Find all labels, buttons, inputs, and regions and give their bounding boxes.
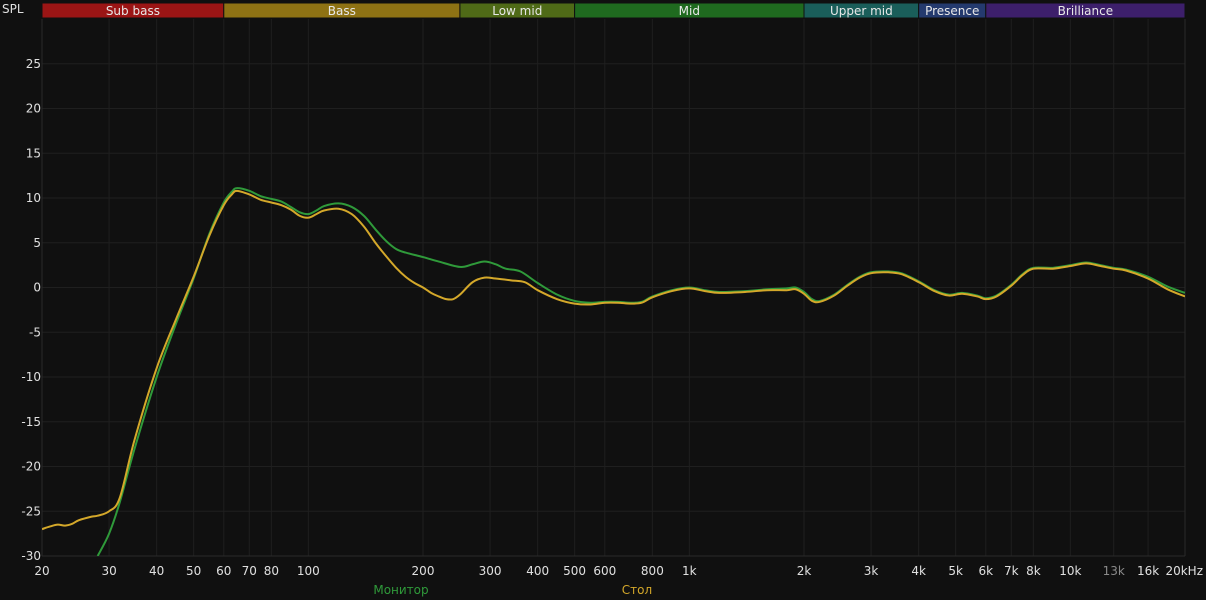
x-tick-label: 50: [186, 564, 201, 578]
y-tick-label: -20: [21, 460, 41, 474]
y-tick-label: -15: [21, 415, 41, 429]
x-tick-label: 400: [526, 564, 549, 578]
x-tick-label: 600: [593, 564, 616, 578]
y-tick-label: 20: [26, 102, 41, 116]
x-tick-label: 70: [242, 564, 257, 578]
x-tick-label: 20: [34, 564, 49, 578]
y-tick-label: -10: [21, 370, 41, 384]
y-tick-label: 15: [26, 146, 41, 160]
x-tick-label: 800: [641, 564, 664, 578]
y-tick-label: 5: [33, 236, 41, 250]
y-tick-label: -5: [29, 325, 41, 339]
band-label: Bass: [328, 4, 356, 18]
x-tick-label: 16k: [1137, 564, 1159, 578]
x-tick-label: 100: [297, 564, 320, 578]
x-tick-label: 500: [563, 564, 586, 578]
x-tick-label: 30: [101, 564, 116, 578]
x-tick-label: 7k: [1004, 564, 1019, 578]
x-tick-label: 80: [264, 564, 279, 578]
x-tick-label: 2k: [797, 564, 812, 578]
x-tick-label: 8k: [1026, 564, 1041, 578]
x-tick-label: 40: [149, 564, 164, 578]
band-label: Presence: [925, 4, 979, 18]
chart-background: [0, 0, 1206, 600]
band-label: Brilliance: [1058, 4, 1113, 18]
y-tick-label: -25: [21, 504, 41, 518]
y-tick-label: 0: [33, 281, 41, 295]
y-axis-label: SPL: [2, 2, 24, 16]
band-label: Mid: [679, 4, 700, 18]
legend-entry: Монитор: [373, 583, 428, 597]
x-tick-label: 20kHz: [1165, 564, 1203, 578]
frequency-response-chart: Sub bass Bass Low mid Mid Upper mid Presence B…: [0, 0, 1206, 600]
y-tick-label: 10: [26, 191, 41, 205]
x-tick-label: 4k: [911, 564, 926, 578]
x-tick-label: 10k: [1059, 564, 1081, 578]
x-tick-label: 60: [216, 564, 231, 578]
x-tick-label: 5k: [948, 564, 963, 578]
x-tick-label: 3k: [864, 564, 879, 578]
y-tick-label: -30: [21, 549, 41, 563]
band-label: Sub bass: [106, 4, 160, 18]
band-bar: Sub bass Bass Low mid Mid Upper mid Presence B…: [41, 2, 1186, 19]
x-tick-label: 1k: [682, 564, 697, 578]
band-label: Low mid: [492, 4, 542, 18]
x-tick-label: 13k: [1103, 564, 1125, 578]
x-tick-label: 300: [479, 564, 502, 578]
y-tick-label: 25: [26, 57, 41, 71]
x-tick-label: 200: [412, 564, 435, 578]
x-tick-label: 6k: [978, 564, 993, 578]
legend-entry: Стол: [622, 583, 652, 597]
band-label: Upper mid: [830, 4, 893, 18]
